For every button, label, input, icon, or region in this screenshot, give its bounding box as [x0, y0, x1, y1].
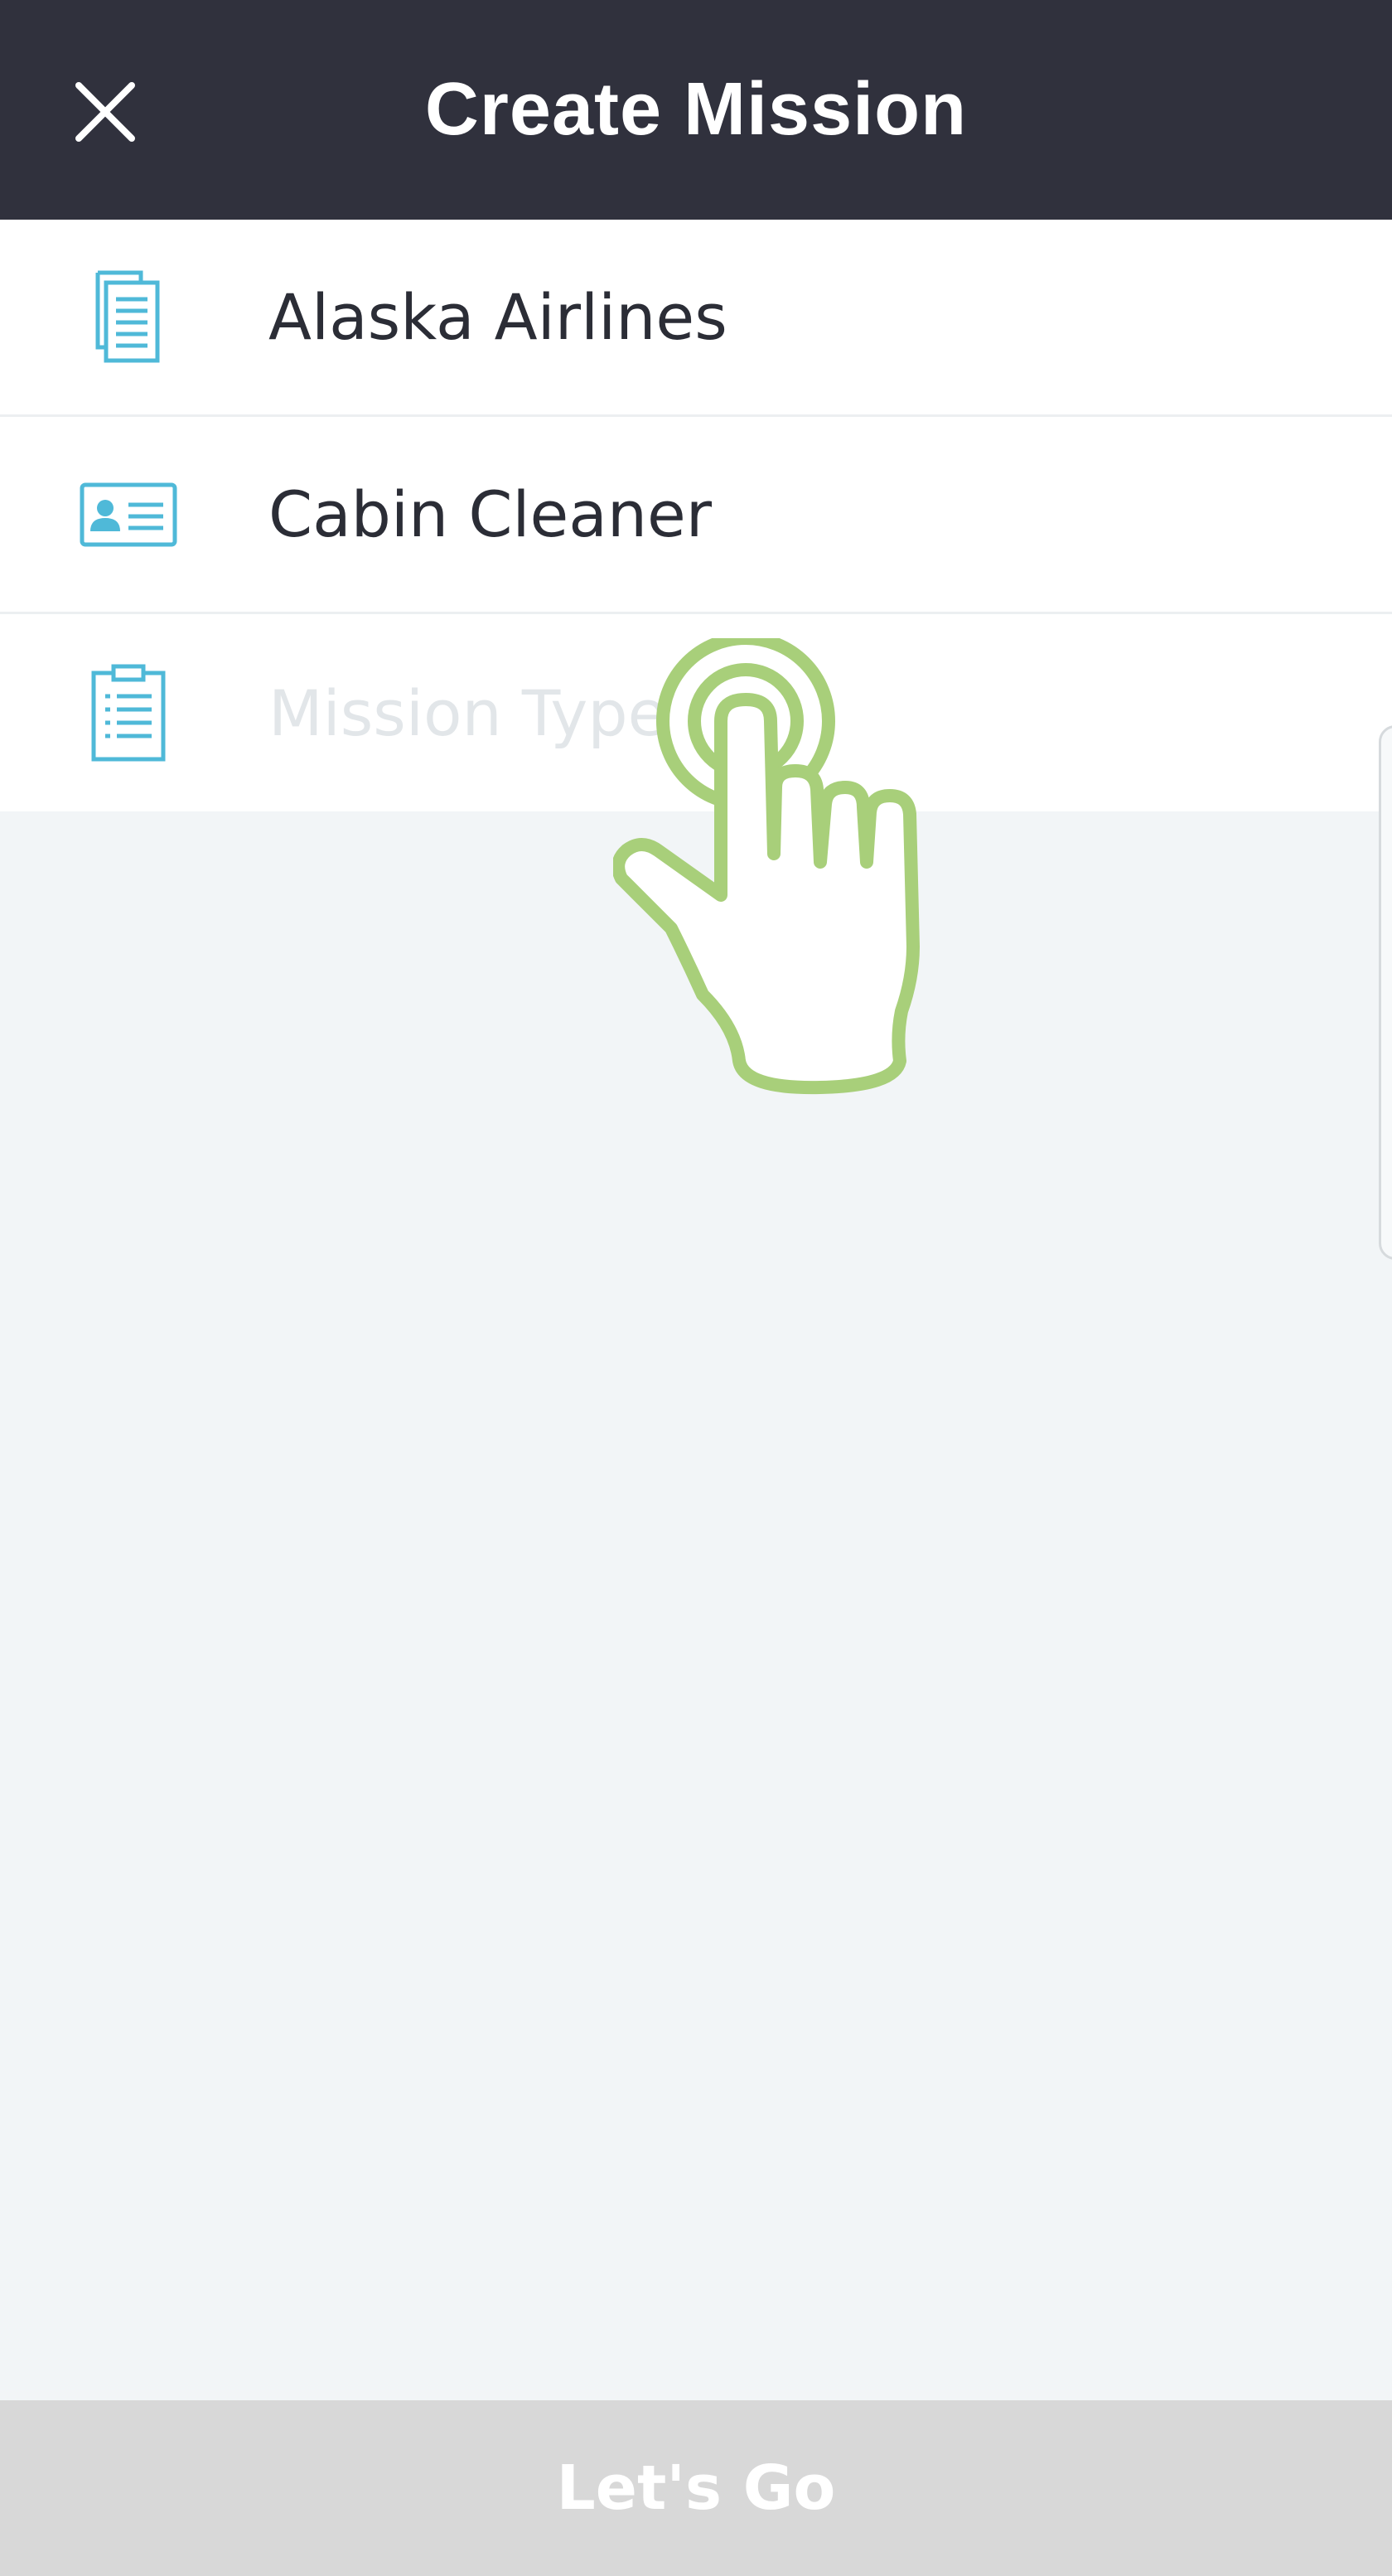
close-button[interactable]	[60, 66, 151, 157]
side-drawer-handle[interactable]	[1379, 725, 1392, 1260]
mission-form-list: Alaska Airlines Cabin Cleaner Mission Ty…	[0, 220, 1392, 811]
clipboard-icon	[75, 659, 182, 767]
lets-go-label: Let's Go	[556, 2453, 836, 2524]
lets-go-button[interactable]: Let's Go	[0, 2400, 1392, 2576]
id-card-icon	[75, 461, 182, 569]
page-title: Create Mission	[424, 68, 968, 151]
documents-icon	[75, 264, 182, 371]
mission-type-placeholder: Mission Type	[268, 675, 667, 750]
organization-field[interactable]: Alaska Airlines	[0, 220, 1392, 417]
top-app-bar: Create Mission	[0, 0, 1392, 220]
app-screen: Create Mission Alaska Airlines Cabin Cle…	[0, 0, 1392, 2576]
role-field[interactable]: Cabin Cleaner	[0, 417, 1392, 614]
mission-type-field[interactable]: Mission Type	[0, 614, 1392, 811]
organization-value: Alaska Airlines	[268, 280, 727, 354]
close-icon	[75, 82, 135, 142]
role-value: Cabin Cleaner	[268, 477, 713, 551]
